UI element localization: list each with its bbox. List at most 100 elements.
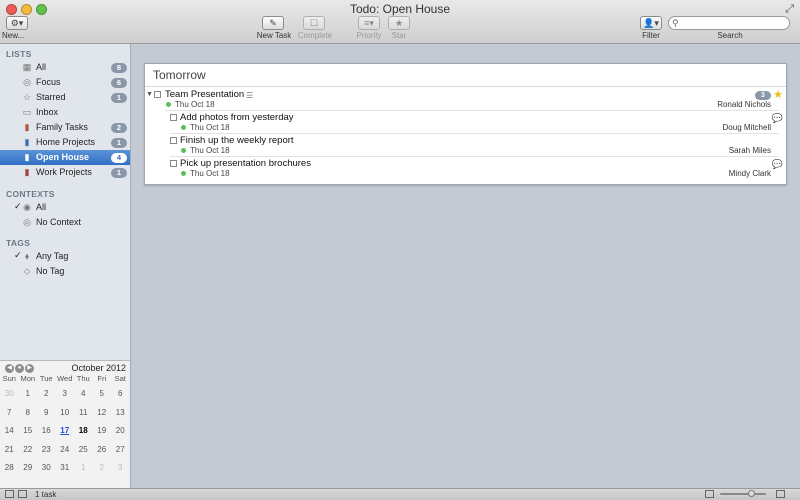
- calendar-day[interactable]: 2: [37, 385, 56, 404]
- sidebar-item-starred[interactable]: ☆ Starred 1: [0, 90, 130, 105]
- notebook-icon: ▮: [24, 152, 30, 162]
- calendar-day[interactable]: 30: [0, 385, 19, 404]
- star-icon[interactable]: ★: [773, 88, 783, 101]
- star-button[interactable]: ★: [388, 16, 410, 30]
- calendar-day[interactable]: 3: [111, 459, 130, 478]
- sidebar-item-focus[interactable]: ◎ Focus 6: [0, 75, 130, 90]
- new-task-label: New Task: [256, 31, 292, 40]
- weekday-header-row: Sun Mon Tue Wed Thu Fri Sat: [0, 373, 130, 385]
- comment-icon[interactable]: 💬: [772, 113, 783, 124]
- complete-button[interactable]: ☐: [303, 16, 325, 30]
- calendar-day[interactable]: 29: [19, 459, 38, 478]
- calendar-month-title: October 2012: [71, 363, 126, 373]
- focus-icon: ◎: [23, 77, 31, 87]
- count-badge: 1: [111, 93, 127, 103]
- all-icon: ▦: [22, 62, 32, 72]
- calendar-day[interactable]: 24: [56, 441, 75, 460]
- search-label: Search: [717, 31, 743, 40]
- calendar-day[interactable]: 20: [111, 422, 130, 441]
- status-dot-icon: [181, 125, 186, 130]
- calendar-day[interactable]: 26: [93, 441, 112, 460]
- subtasks-icon: ☰: [246, 91, 254, 100]
- task-name[interactable]: Finish up the weekly report: [180, 135, 294, 146]
- calendar-day[interactable]: 14: [0, 422, 19, 441]
- calendar-day[interactable]: 12: [93, 404, 112, 423]
- calendar-day[interactable]: 19: [93, 422, 112, 441]
- disclosure-triangle-icon[interactable]: ▼: [146, 91, 153, 98]
- sidebar-item-work-projects[interactable]: ▮ Work Projects 1: [0, 165, 130, 180]
- calendar-day[interactable]: 1: [74, 459, 93, 478]
- calendar-day[interactable]: 16: [37, 422, 56, 441]
- priority-button[interactable]: ≡▾: [358, 16, 380, 30]
- new-menu-button[interactable]: ⚙▾: [6, 16, 28, 30]
- filter-button[interactable]: 👤▾: [640, 16, 662, 30]
- view-mode-icon[interactable]: [705, 490, 714, 498]
- calendar-day[interactable]: 9: [37, 404, 56, 423]
- task-name[interactable]: Add photos from yesterday: [180, 112, 294, 123]
- calendar-day[interactable]: 28: [0, 459, 19, 478]
- sidebar-item-all[interactable]: ▦ All 8: [0, 60, 130, 75]
- calendar-day-today[interactable]: 18: [74, 422, 93, 441]
- task-name[interactable]: Team Presentation: [165, 89, 244, 100]
- window-title: Todo: Open House: [349, 2, 451, 16]
- sidebar-item-family-tasks[interactable]: ▮ Family Tasks 2: [0, 120, 130, 135]
- large-view-icon[interactable]: [776, 490, 785, 498]
- calendar-day[interactable]: 4: [74, 385, 93, 404]
- calendar-week-row: 7 8 9 10 11 12 13: [0, 404, 130, 423]
- weekday-label: Thu: [76, 374, 90, 383]
- gear-icon: ⚙▾: [10, 17, 24, 28]
- calendar-day[interactable]: 27: [111, 441, 130, 460]
- mini-calendar: ◀ ● ▶ October 2012 Sun Mon Tue Wed Thu F…: [0, 360, 130, 488]
- calendar-day[interactable]: 23: [37, 441, 56, 460]
- calendar-day[interactable]: 8: [19, 404, 38, 423]
- context-item-all[interactable]: ✓ ◉ All: [0, 200, 130, 215]
- calendar-day-selected[interactable]: 17: [56, 422, 75, 441]
- sidebar-item-open-house[interactable]: ▮ Open House 4: [0, 150, 130, 165]
- tag-item-any-tag[interactable]: ✓ ⬧ Any Tag: [0, 249, 130, 264]
- search-input[interactable]: ⚲: [668, 16, 790, 30]
- task-checkbox[interactable]: [170, 160, 177, 167]
- zoom-slider-knob[interactable]: [748, 490, 755, 497]
- fullscreen-icon[interactable]: ⤢: [785, 3, 794, 16]
- calendar-day[interactable]: 15: [19, 422, 38, 441]
- task-checkbox[interactable]: [170, 137, 177, 144]
- task-row[interactable]: Finish up the weekly report Thu Oct 18 S…: [145, 134, 786, 157]
- comment-icon[interactable]: 💬: [772, 159, 783, 170]
- calendar-day[interactable]: 21: [0, 441, 19, 460]
- calendar-day[interactable]: 22: [19, 441, 38, 460]
- task-row[interactable]: Add photos from yesterday 💬 Thu Oct 18 D…: [145, 111, 786, 134]
- calendar-day[interactable]: 13: [111, 404, 130, 423]
- calendar-day[interactable]: 11: [74, 404, 93, 423]
- new-task-button[interactable]: ✎: [262, 16, 284, 30]
- zoom-slider-track[interactable]: [720, 493, 766, 495]
- task-row[interactable]: Pick up presentation brochures 💬 Thu Oct…: [145, 157, 786, 180]
- sidebar-item-home-projects[interactable]: ▮ Home Projects 1: [0, 135, 130, 150]
- calendar-day[interactable]: 30: [37, 459, 56, 478]
- status-dot-icon: [166, 102, 171, 107]
- sidebar-item-label: All: [36, 62, 47, 72]
- tag-item-label: No Tag: [36, 266, 65, 276]
- calendar-day[interactable]: 2: [93, 459, 112, 478]
- calendar-day[interactable]: 10: [56, 404, 75, 423]
- next-month-icon[interactable]: ▶: [25, 364, 34, 373]
- calendar-day[interactable]: 5: [93, 385, 112, 404]
- calendar-day[interactable]: 7: [0, 404, 19, 423]
- task-checkbox[interactable]: [154, 91, 161, 98]
- task-row[interactable]: ▼ Team Presentation ☰ 3 ★ Thu Oct 18 Ron…: [145, 88, 786, 111]
- status-dot-icon: [181, 148, 186, 153]
- calendar-day[interactable]: 25: [74, 441, 93, 460]
- tag-item-no-tag[interactable]: ⬦ No Tag: [0, 264, 130, 279]
- sidebar-toggle-icon[interactable]: [5, 490, 14, 498]
- calendar-day[interactable]: 6: [111, 385, 130, 404]
- context-item-no-context[interactable]: ◎ No Context: [0, 215, 130, 230]
- task-checkbox[interactable]: [170, 114, 177, 121]
- previous-month-icon[interactable]: ◀: [5, 364, 14, 373]
- calendar-toggle-icon[interactable]: [18, 490, 27, 498]
- task-name[interactable]: Pick up presentation brochures: [180, 158, 311, 169]
- sidebar-item-inbox[interactable]: ▭ Inbox: [0, 105, 130, 120]
- calendar-week-row: 28 29 30 31 1 2 3: [0, 459, 130, 478]
- calendar-day[interactable]: 1: [19, 385, 38, 404]
- calendar-day[interactable]: 31: [56, 459, 75, 478]
- calendar-day[interactable]: 3: [56, 385, 75, 404]
- today-icon[interactable]: ●: [15, 364, 24, 373]
